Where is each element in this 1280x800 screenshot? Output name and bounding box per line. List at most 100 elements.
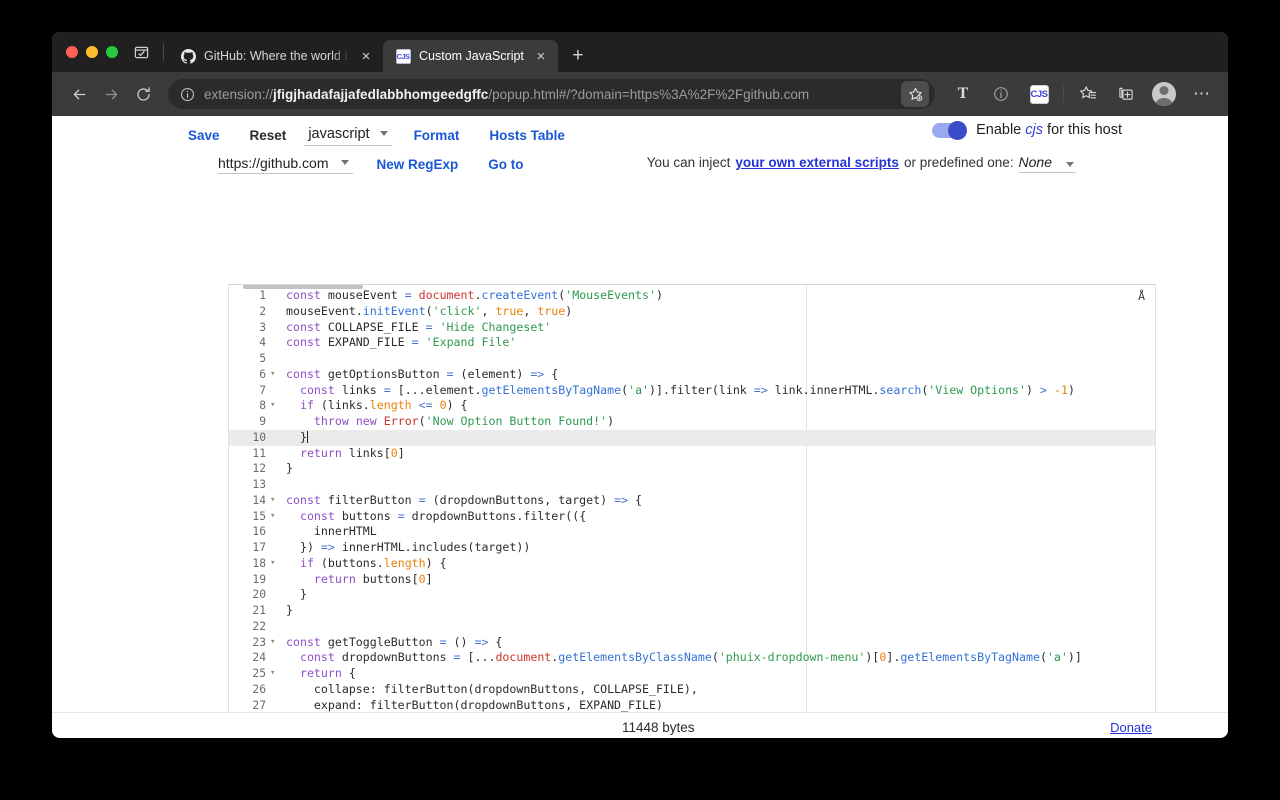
reload-button[interactable] (128, 79, 158, 109)
enable-cjs-toggle[interactable] (932, 123, 966, 138)
new-regexp-button[interactable]: New RegExp (377, 157, 459, 172)
save-button[interactable]: Save (188, 128, 220, 143)
maximize-window-button[interactable] (106, 46, 118, 58)
fold-toggle-icon[interactable]: ▾ (269, 367, 281, 383)
language-select[interactable]: javascript (304, 125, 391, 146)
code-line[interactable]: 11 return links[0] (229, 446, 1155, 462)
code-line[interactable]: 9 throw new Error('Now Option Button Fou… (229, 414, 1155, 430)
code-line[interactable]: 14▾const filterButton = (dropdownButtons… (229, 493, 1155, 509)
fold-toggle-icon[interactable]: ▾ (269, 635, 281, 651)
browser-tab-github[interactable]: GitHub: Where the world build × (168, 40, 383, 72)
code-line[interactable]: 6▾const getOptionsButton = (element) => … (229, 367, 1155, 383)
status-bar: 11448 bytes Donate (52, 712, 1228, 738)
back-button[interactable] (64, 79, 94, 109)
code-line[interactable]: 24 const dropdownButtons = [...document.… (229, 650, 1155, 666)
fold-toggle-icon[interactable]: ▾ (269, 493, 281, 509)
line-number: 24 (229, 650, 269, 666)
collections-icon[interactable] (1111, 79, 1141, 109)
code-line[interactable]: 25▾ return { (229, 666, 1155, 682)
read-aloud-icon[interactable]: T (948, 79, 978, 109)
tab-list-icon[interactable] (124, 32, 159, 72)
code-text: } (281, 603, 1155, 619)
code-line[interactable]: 17 }) => innerHTML.includes(target)) (229, 540, 1155, 556)
extension-popup-page: Save Reset javascript Format Hosts Table… (52, 120, 1228, 738)
tab-title: GitHub: Where the world build (204, 49, 349, 63)
line-number: 11 (229, 446, 269, 462)
line-number: 6 (229, 367, 269, 383)
code-editor[interactable]: Å 1const mouseEvent = document.createEve… (228, 284, 1156, 738)
code-line[interactable]: 18▾ if (buttons.length) { (229, 556, 1155, 572)
fold-toggle-icon[interactable]: ▾ (269, 398, 281, 414)
code-line[interactable]: 8▾ if (links.length <= 0) { (229, 398, 1155, 414)
code-line[interactable]: 7 const links = [...element.getElementsB… (229, 383, 1155, 399)
cjs-extension-glyph: CJS (1030, 85, 1049, 104)
forward-button[interactable] (96, 79, 126, 109)
star-add-icon[interactable] (901, 81, 929, 107)
code-line[interactable]: 12} (229, 461, 1155, 477)
chevron-down-icon (1066, 162, 1074, 167)
close-tab-button[interactable]: × (532, 47, 550, 65)
chevron-down-icon (380, 131, 388, 136)
external-scripts-link[interactable]: your own external scripts (735, 155, 899, 170)
line-number: 13 (229, 477, 269, 493)
go-to-button[interactable]: Go to (488, 157, 523, 172)
code-line[interactable]: 19 return buttons[0] (229, 572, 1155, 588)
code-line[interactable]: 2mouseEvent.initEvent('click', true, tru… (229, 304, 1155, 320)
browser-window: GitHub: Where the world build × CJS Cust… (52, 32, 1228, 738)
code-line[interactable]: 27 expand: filterButton(dropdownButtons,… (229, 698, 1155, 714)
line-number: 15 (229, 509, 269, 525)
code-line[interactable]: 15▾ const buttons = dropdownButtons.filt… (229, 509, 1155, 525)
code-line[interactable]: 1const mouseEvent = document.createEvent… (229, 288, 1155, 304)
info-circle-icon[interactable] (986, 79, 1016, 109)
code-text: mouseEvent.initEvent('click', true, true… (281, 304, 1155, 320)
address-input[interactable]: extension://jfigjhadafajjafedlabbhomgeed… (168, 79, 935, 109)
enable-cjs-toggle-group[interactable]: Enable cjs for this host (932, 122, 1122, 138)
code-text: const buttons = dropdownButtons.filter((… (281, 509, 1155, 525)
code-line[interactable]: 23▾const getToggleButton = () => { (229, 635, 1155, 651)
code-line[interactable]: 16 innerHTML (229, 524, 1155, 540)
close-tab-button[interactable]: × (357, 47, 375, 65)
host-select[interactable]: https://github.com (218, 155, 353, 174)
browser-tab-custom-javascript[interactable]: CJS Custom JavaScript × (383, 40, 558, 72)
code-line[interactable]: 4const EXPAND_FILE = 'Expand File' (229, 335, 1155, 351)
fold-toggle-icon[interactable]: ▾ (269, 666, 281, 682)
code-text: const filterButton = (dropdownButtons, t… (281, 493, 1155, 509)
format-button[interactable]: Format (414, 128, 460, 143)
code-line[interactable]: 13 (229, 477, 1155, 493)
cjs-extension-icon[interactable]: CJS (1024, 79, 1054, 109)
reset-button[interactable]: Reset (250, 128, 287, 143)
settings-more-icon[interactable]: ⋯ (1187, 79, 1217, 109)
line-number: 25 (229, 666, 269, 682)
window-traffic-lights (62, 32, 124, 72)
hosts-table-button[interactable]: Hosts Table (489, 128, 565, 143)
code-line[interactable]: 5 (229, 351, 1155, 367)
code-lines-container[interactable]: 1const mouseEvent = document.createEvent… (229, 285, 1155, 738)
code-line[interactable]: 20 } (229, 587, 1155, 603)
donate-link[interactable]: Donate (1110, 720, 1152, 735)
profile-avatar-icon[interactable] (1149, 79, 1179, 109)
fold-toggle-icon[interactable]: ▾ (269, 509, 281, 525)
code-line[interactable]: 21} (229, 603, 1155, 619)
info-circle-icon[interactable] (178, 85, 196, 103)
line-number: 14 (229, 493, 269, 509)
code-text: const mouseEvent = document.createEvent(… (281, 288, 1155, 304)
code-text: return links[0] (281, 446, 1155, 462)
code-line[interactable]: 3const COLLAPSE_FILE = 'Hide Changeset' (229, 320, 1155, 336)
code-text: const EXPAND_FILE = 'Expand File' (281, 335, 1155, 351)
new-tab-button[interactable]: + (564, 42, 592, 70)
code-line[interactable]: 22 (229, 619, 1155, 635)
line-number: 9 (229, 414, 269, 430)
url-text: extension://jfigjhadafajjafedlabbhomgeed… (204, 87, 901, 102)
code-line[interactable]: 10 } (229, 430, 1155, 446)
line-number: 21 (229, 603, 269, 619)
fold-toggle-icon[interactable]: ▾ (269, 556, 281, 572)
favorites-icon[interactable] (1073, 79, 1103, 109)
minimize-window-button[interactable] (86, 46, 98, 58)
code-line[interactable]: 26 collapse: filterButton(dropdownButton… (229, 682, 1155, 698)
line-number: 26 (229, 682, 269, 698)
code-text: if (buttons.length) { (281, 556, 1155, 572)
predefined-script-select[interactable]: None (1019, 154, 1076, 173)
language-select-value: javascript (308, 126, 369, 142)
close-window-button[interactable] (66, 46, 78, 58)
code-text: const COLLAPSE_FILE = 'Hide Changeset' (281, 320, 1155, 336)
